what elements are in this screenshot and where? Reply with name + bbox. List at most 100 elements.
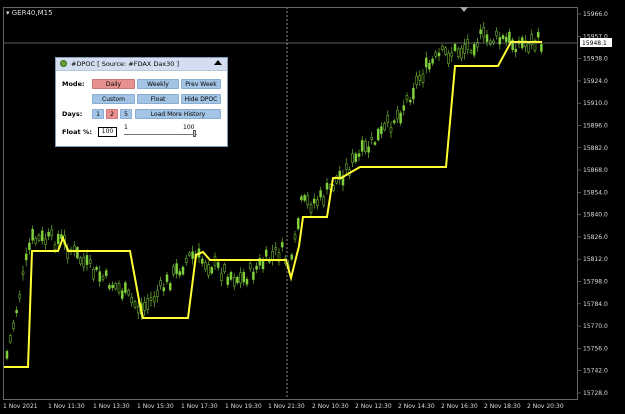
price-tick-label: 15882.0 [583, 145, 608, 152]
chart-shift-icon[interactable] [460, 7, 468, 12]
candle-body [344, 163, 348, 170]
price-tick-label: 15742.0 [583, 368, 608, 375]
candle-body [82, 256, 86, 268]
float-label: Float %: [62, 128, 93, 136]
time-tick-label: 2 Nov 10:30 [312, 403, 349, 410]
candle-body [399, 112, 402, 124]
time-tick-label: 1 Nov 21:30 [268, 403, 305, 410]
mode-prev-week-button[interactable]: Prev Week [181, 79, 221, 89]
candle-body [495, 30, 498, 37]
candle-body [472, 44, 476, 56]
candle-body [274, 247, 278, 250]
days-2-button[interactable]: 2 [106, 109, 118, 119]
candle-body [364, 140, 367, 152]
hide-dpoc-button[interactable]: Hide DPOC [181, 94, 221, 104]
candle-body [444, 47, 447, 55]
candle-body [271, 250, 274, 260]
candle-body [181, 266, 185, 275]
candle-body [408, 99, 412, 103]
candle-body [95, 267, 98, 270]
candle-body [424, 57, 428, 68]
candle-body [88, 259, 92, 264]
candle-body [50, 229, 54, 236]
candle-body [37, 234, 41, 241]
candle-body [316, 199, 319, 206]
load-more-history-button[interactable]: Load More History [135, 109, 221, 119]
mode-weekly-button[interactable]: Weekly [137, 79, 179, 89]
float-percent-input[interactable]: 100 [98, 127, 117, 137]
time-tick-label: 1 Nov 11:30 [48, 403, 85, 410]
candle-body [440, 45, 444, 50]
candle-body [367, 146, 370, 153]
candle-body [303, 195, 306, 201]
candle-body [536, 31, 540, 38]
time-tick-label: 1 Nov 19:30 [225, 403, 262, 410]
slider-min-label: 1 [124, 124, 128, 131]
candle-body [248, 263, 252, 269]
candle-body [168, 283, 172, 291]
mode-daily-button[interactable]: Daily [92, 79, 135, 89]
time-tick-label: 2 Nov 16:30 [441, 403, 478, 410]
candle-body [376, 128, 380, 141]
candle-body [79, 257, 82, 265]
candle-body [450, 52, 454, 57]
candle-body [104, 270, 108, 277]
candle-body [428, 62, 431, 70]
candle-body [239, 272, 242, 284]
time-axis: 1 Nov 2021 1 Nov 11:30 1 Nov 13:30 1 Nov 15… [3, 403, 564, 410]
price-tick-label: 15756.0 [583, 345, 608, 352]
candle-body [24, 253, 28, 261]
candle-body [47, 231, 50, 237]
price-tick-label: 15854.0 [583, 189, 608, 196]
candle-body [21, 271, 25, 275]
triangle-up-icon[interactable] [214, 60, 222, 65]
panel-header[interactable]: #DPOC [ Source: #FDAX Dax30 ] [56, 58, 227, 71]
candle-body [540, 43, 543, 52]
candle-body [216, 262, 220, 268]
days-5-button[interactable]: 5 [120, 109, 132, 119]
candle-body [188, 252, 191, 256]
candle-body [210, 267, 214, 274]
candle-body [156, 290, 159, 297]
candle-body [53, 244, 57, 250]
candle-body [146, 298, 150, 310]
candle-body [133, 301, 137, 308]
candle-body [463, 44, 466, 54]
candle-body [213, 256, 217, 266]
candle-body [136, 306, 140, 314]
candle-body [354, 153, 358, 162]
time-tick-label: 1 Nov 15:30 [137, 403, 174, 410]
candle-body [5, 351, 9, 359]
time-tick-label: 1 Nov 2021 [3, 403, 38, 410]
current-price-label: 15948.1 [582, 40, 607, 47]
mode-custom-button[interactable]: Custom [92, 94, 135, 104]
days-1-button[interactable]: 1 [92, 109, 104, 119]
candle-body [15, 309, 18, 314]
candle-body [165, 274, 169, 282]
candle-body [236, 276, 239, 283]
candle-body [412, 87, 415, 100]
candle-body [383, 123, 386, 130]
mode-label: Mode: [62, 80, 85, 88]
candle-body [223, 264, 226, 273]
candle-body [466, 39, 470, 50]
mode-float-button[interactable]: Float [137, 94, 179, 104]
candle-body [264, 249, 268, 257]
candle-body [293, 234, 297, 240]
candle-body [373, 142, 377, 145]
candle-body [508, 31, 511, 43]
candle-body [370, 137, 374, 140]
candle-body [389, 127, 393, 133]
chevron-down-icon[interactable]: ▾ [6, 9, 10, 17]
price-tick-label: 15826.0 [583, 234, 608, 241]
chart-area[interactable]: 15966.0 15957.0 15938.0 15924.0 15910.0 15896… [0, 0, 625, 414]
dpoc-panel[interactable]: #DPOC [ Source: #FDAX Dax30 ] Mode: Dail… [55, 57, 228, 147]
float-slider-thumb[interactable] [193, 130, 196, 137]
time-tick-label: 2 Nov 14:30 [398, 403, 435, 410]
candle-body [312, 198, 316, 204]
candle-body [120, 290, 124, 299]
candle-body [178, 271, 182, 276]
float-slider-track[interactable] [124, 134, 197, 135]
candle-body [306, 195, 310, 206]
candle-body [421, 73, 425, 83]
